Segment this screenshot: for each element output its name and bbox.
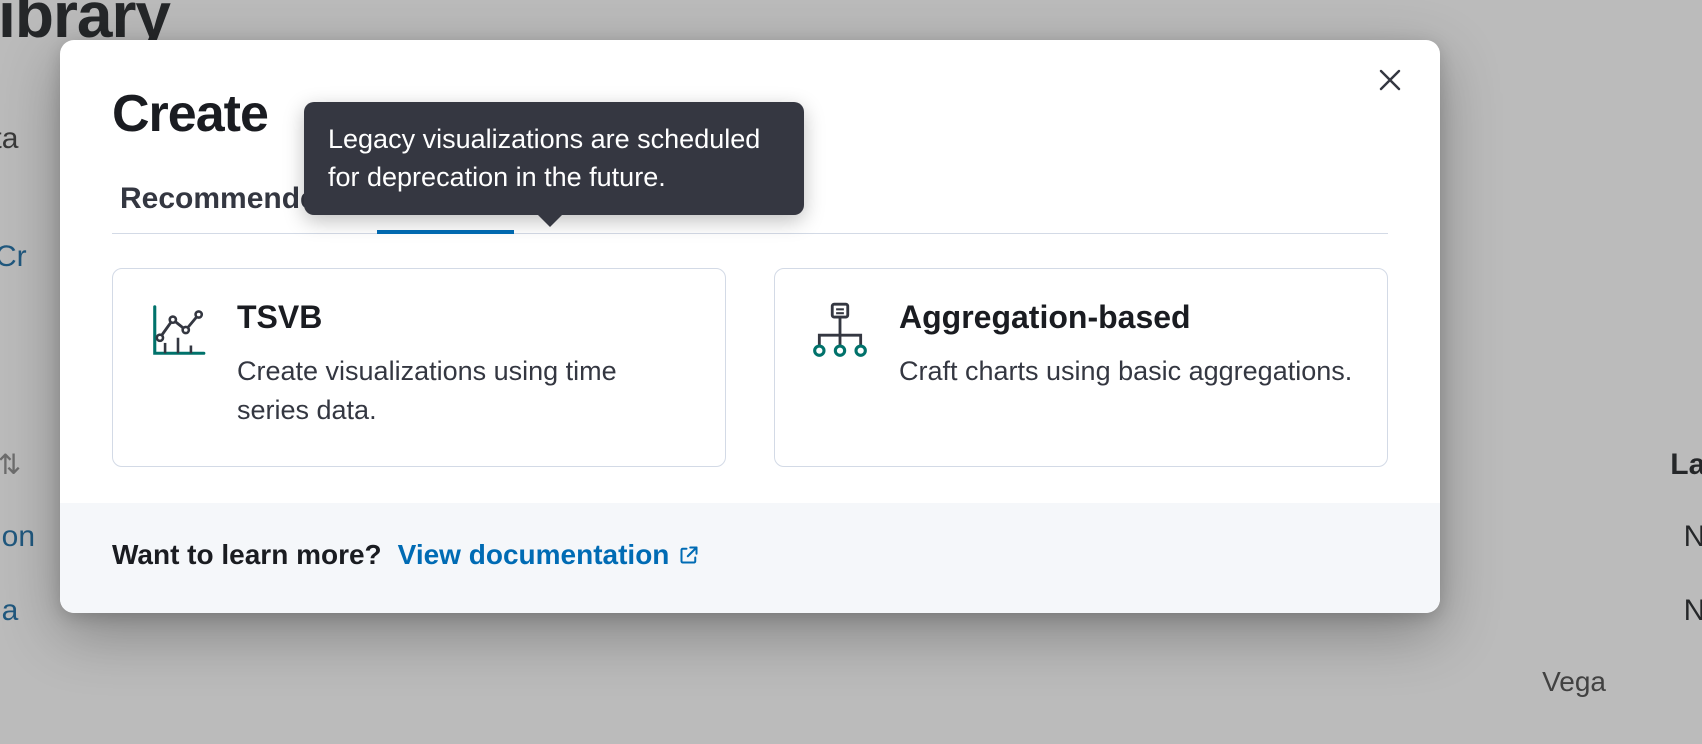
card-tsvb[interactable]: TSVB Create visualizations using time se… xyxy=(112,268,726,467)
view-documentation-link[interactable]: View documentation xyxy=(398,539,700,571)
link-text: View documentation xyxy=(398,539,670,571)
aggregation-icon xyxy=(809,299,871,361)
external-link-icon xyxy=(679,545,699,565)
card-body: TSVB Create visualizations using time se… xyxy=(237,299,691,430)
card-title: Aggregation-based xyxy=(899,299,1353,336)
card-description: Create visualizations using time series … xyxy=(237,352,691,430)
tab-recommended[interactable]: Recommended xyxy=(120,182,335,234)
card-title: TSVB xyxy=(237,299,691,336)
legacy-tooltip: Legacy visualizations are scheduled for … xyxy=(304,102,804,215)
card-aggregation-based[interactable]: Aggregation-based Craft charts using bas… xyxy=(774,268,1388,467)
tab-label: Recommended xyxy=(120,182,335,216)
modal-footer: Want to learn more? View documentation xyxy=(60,503,1440,613)
card-body: Aggregation-based Craft charts using bas… xyxy=(899,299,1353,430)
footer-label: Want to learn more? xyxy=(112,539,382,571)
create-visualization-modal: Legacy visualizations are scheduled for … xyxy=(60,40,1440,613)
card-description: Craft charts using basic aggregations. xyxy=(899,352,1353,391)
tsvb-icon xyxy=(147,299,209,361)
visualization-cards: TSVB Create visualizations using time se… xyxy=(60,234,1440,503)
